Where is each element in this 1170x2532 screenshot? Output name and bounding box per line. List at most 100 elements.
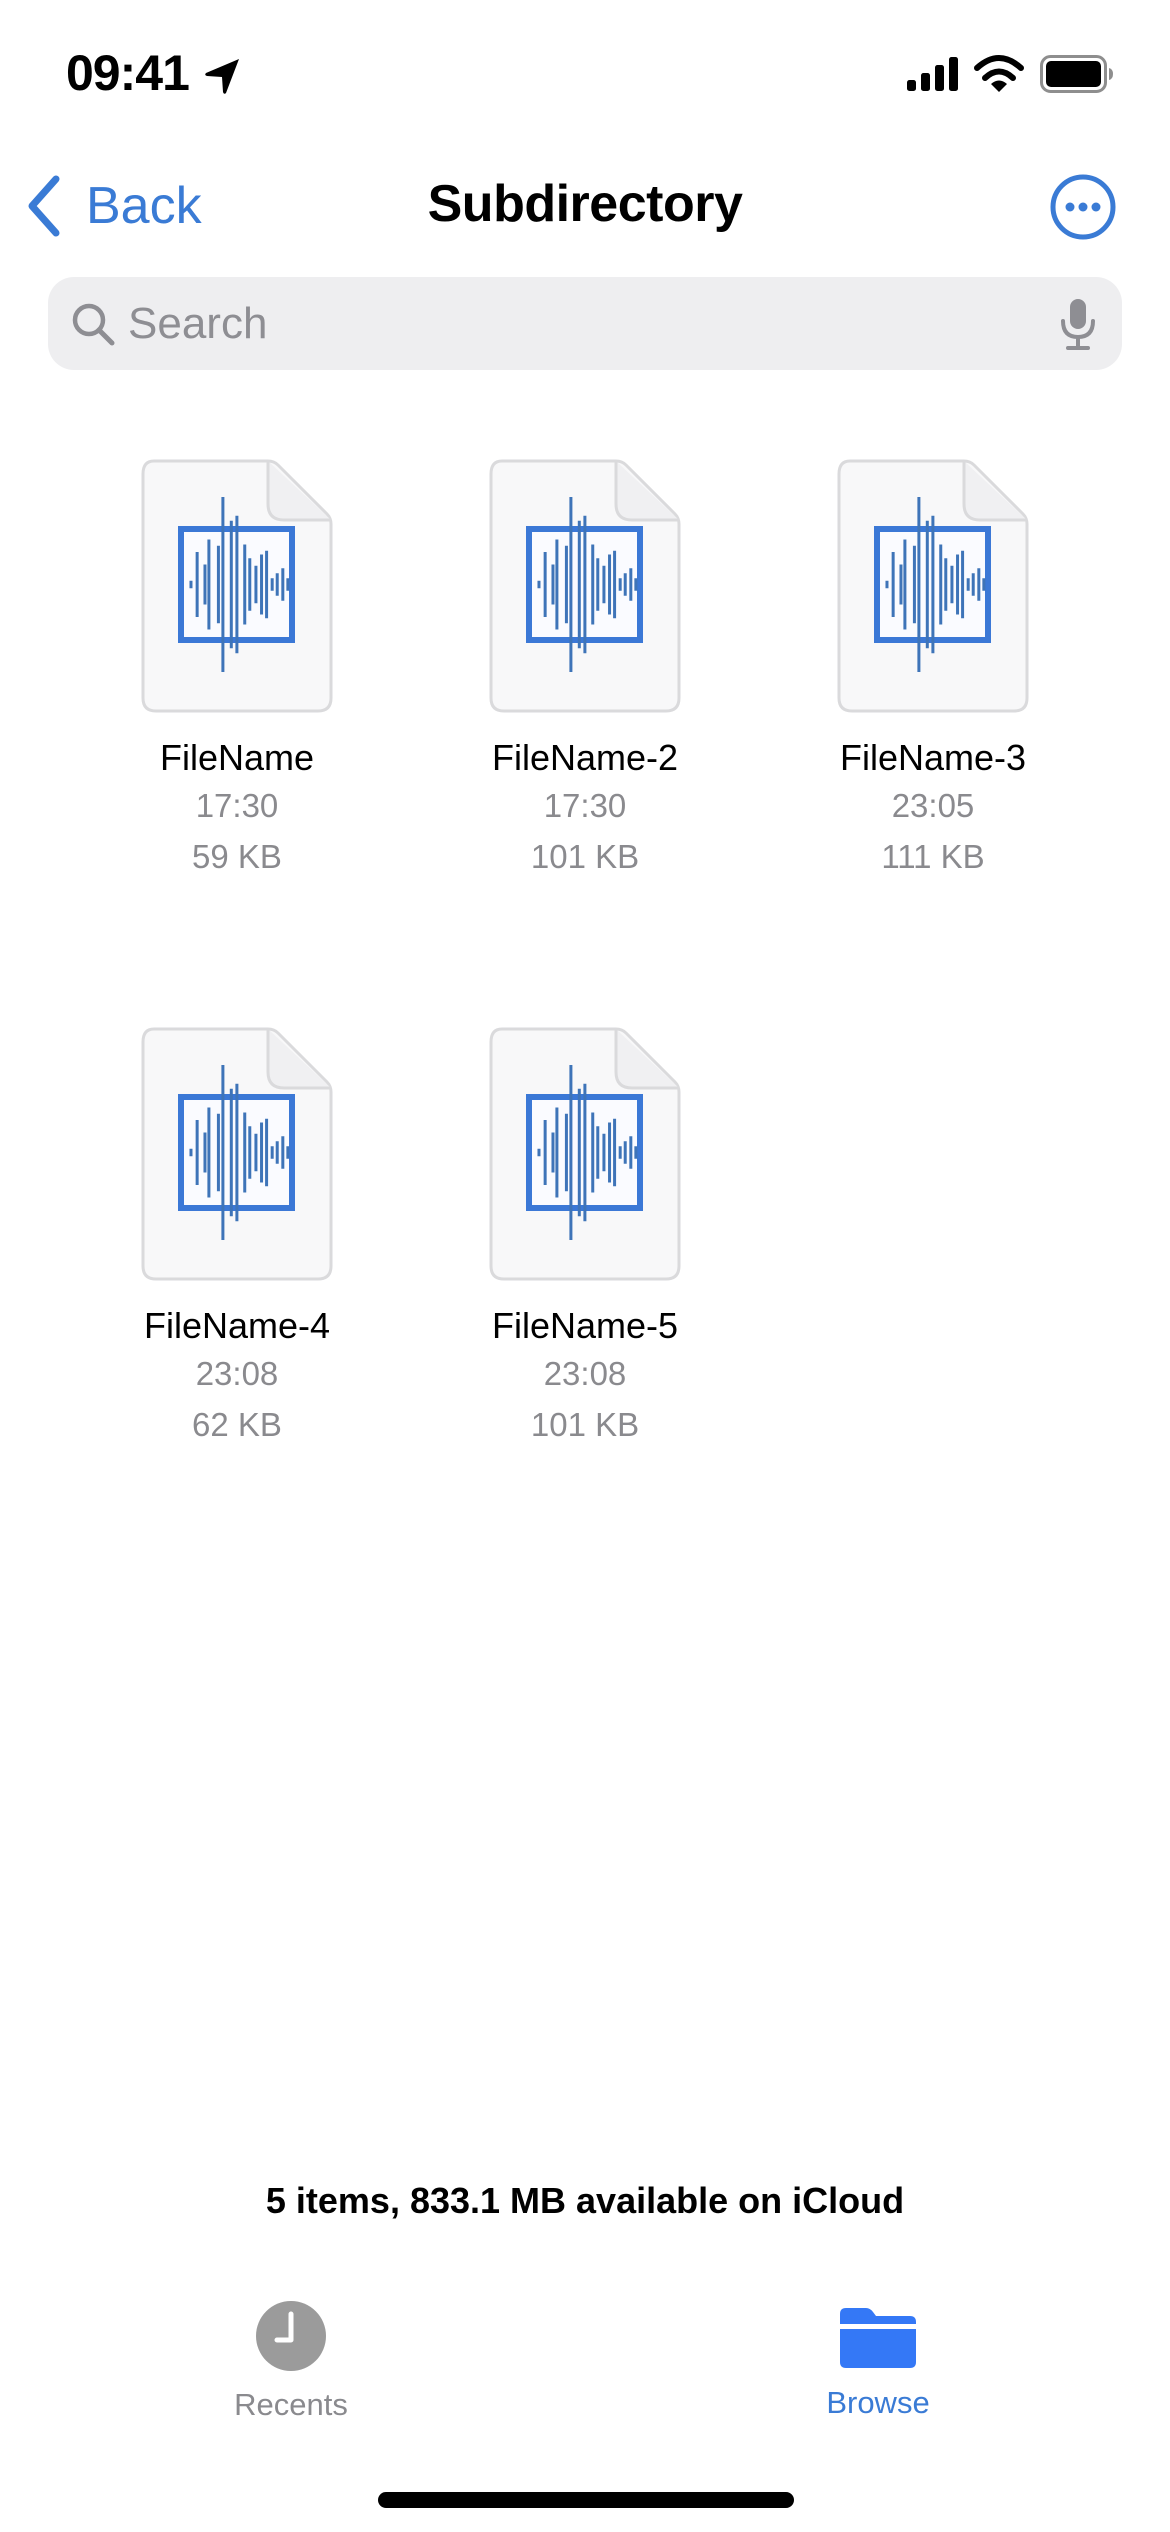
file-time: 17:30	[543, 787, 627, 824]
waveform-bar	[931, 515, 935, 654]
file-item[interactable]: FileName 17:30 59 KB	[67, 458, 407, 882]
waveform-bar	[221, 1065, 225, 1240]
file-item[interactable]: FileName-2 17:30 101 KB	[415, 458, 755, 882]
file-name: FileName	[159, 737, 315, 778]
file-time: 23:08	[543, 1355, 627, 1392]
file-size: 62 KB	[192, 1406, 282, 1443]
waveform-bar	[260, 1122, 264, 1183]
home-indicator[interactable]	[378, 2492, 794, 2508]
waveform-bar	[270, 578, 274, 591]
waveform-bar	[971, 573, 975, 596]
waveform-bar	[950, 565, 954, 604]
waveform-bar	[275, 1141, 279, 1164]
clock-icon	[256, 2301, 326, 2371]
waveform-bar	[537, 1148, 541, 1157]
waveform-bar	[254, 565, 258, 604]
battery-icon	[1040, 55, 1113, 93]
waveform-bar	[966, 578, 970, 591]
waveform-bar	[286, 578, 290, 591]
waveform-bar	[629, 568, 633, 601]
waveform-bar	[591, 1112, 595, 1193]
folder-icon	[840, 2308, 916, 2368]
waveform-bar	[885, 580, 889, 589]
waveform-bar	[270, 1146, 274, 1159]
file-item[interactable]: FileName-4 23:08 62 KB	[67, 1026, 407, 1450]
waveform-bar	[189, 1148, 193, 1157]
microphone-icon[interactable]	[1058, 297, 1098, 353]
waveform-bar	[608, 554, 612, 615]
waveform-bar	[618, 578, 622, 591]
search-input[interactable]	[128, 277, 1028, 370]
waveform-bar	[551, 564, 555, 605]
waveform-bar	[569, 1065, 573, 1240]
waveform-bar	[243, 1112, 247, 1193]
waveform-bar	[260, 554, 264, 615]
waveform-bar	[917, 497, 921, 672]
ellipsis-circle-icon[interactable]	[1049, 173, 1117, 241]
audio-file-icon	[837, 459, 1029, 713]
audio-file-icon	[141, 1027, 333, 1281]
waveform-bar	[235, 515, 239, 654]
waveform-bar	[944, 558, 948, 611]
waveform-bar	[281, 568, 285, 601]
waveform-bar	[982, 578, 986, 591]
tab-label: Recents	[234, 2387, 348, 2422]
waveform-bar	[216, 1113, 220, 1192]
magnifying-glass-icon	[72, 303, 115, 346]
waveform-bar	[275, 573, 279, 596]
waveform-bar	[634, 578, 638, 591]
file-name: FileName-4	[143, 1305, 331, 1346]
waveform-bar	[248, 1126, 252, 1179]
waveform-bar	[189, 580, 193, 589]
file-name: FileName-2	[491, 737, 679, 778]
waveform-bar	[221, 497, 225, 672]
waveform-bar	[229, 520, 233, 649]
waveform-bar	[577, 520, 581, 649]
waveform-bar	[956, 554, 960, 615]
waveform-bar	[216, 545, 220, 624]
waveform-bar	[203, 1132, 207, 1173]
waveform-bar	[634, 1146, 638, 1159]
tab-browse[interactable]: Browse	[778, 2300, 978, 2421]
audio-file-icon	[141, 459, 333, 713]
file-item[interactable]: FileName-5 23:08 101 KB	[415, 1026, 755, 1450]
waveform-bar	[591, 544, 595, 625]
waveform-bar	[195, 552, 199, 617]
status-time: 09:41	[66, 45, 190, 101]
waveform-bar	[583, 515, 587, 654]
waveform-bar	[286, 1146, 290, 1159]
waveform-bar	[899, 564, 903, 605]
waveform-bar	[551, 1132, 555, 1173]
waveform-bar	[555, 1107, 559, 1198]
waveform-bar	[564, 545, 568, 624]
file-item[interactable]: FileName-3 23:05 111 KB	[763, 458, 1103, 882]
search-bar	[48, 277, 1122, 370]
waveform-bar	[265, 550, 269, 619]
waveform-bar	[596, 558, 600, 611]
waveform-bar	[564, 1113, 568, 1192]
waveform-bar	[613, 550, 617, 619]
waveform-bar	[629, 1136, 633, 1169]
waveform-bar	[618, 1146, 622, 1159]
waveform-bar	[596, 1126, 600, 1179]
waveform-bar	[195, 1120, 199, 1185]
waveform-bar	[569, 497, 573, 672]
waveform-bar	[537, 580, 541, 589]
waveform-bar	[207, 1107, 211, 1198]
tab-label: Browse	[826, 2385, 930, 2420]
file-size: 111 KB	[881, 838, 985, 875]
waveform-bar	[254, 1133, 258, 1172]
waveform-bar	[891, 552, 895, 617]
file-time: 23:08	[195, 1355, 279, 1392]
waveform-bar	[602, 565, 606, 604]
waveform-bar	[243, 544, 247, 625]
waveform-bar	[248, 558, 252, 611]
file-size: 59 KB	[192, 838, 282, 875]
tab-recents[interactable]: Recents	[191, 2300, 391, 2423]
waveform-bar	[903, 539, 907, 630]
file-size: 101 KB	[530, 1406, 640, 1443]
waveform-bar	[229, 1088, 233, 1217]
waveform-bar	[977, 568, 981, 601]
waveform-bar	[925, 520, 929, 649]
audio-file-icon	[489, 459, 681, 713]
